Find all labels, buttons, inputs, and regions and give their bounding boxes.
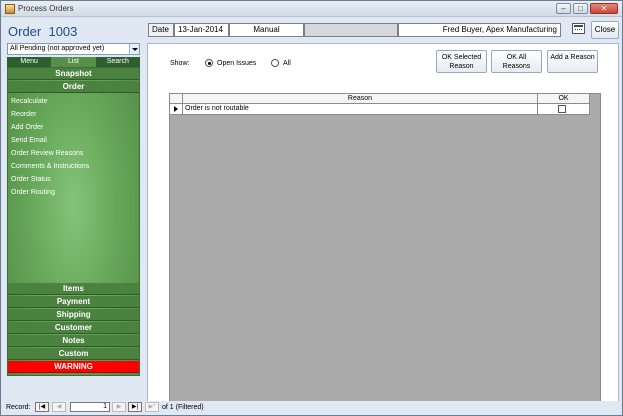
menu-item-order-review-reasons[interactable]: Order Review Reasons [11, 150, 83, 157]
order-number: 1003 [48, 24, 78, 39]
section-items[interactable]: Items [8, 283, 139, 295]
header-ok[interactable]: OK [538, 94, 590, 104]
reason-cell[interactable]: Order is not routable [183, 104, 538, 114]
order-label: Order [8, 24, 42, 39]
record-label: Record: [6, 404, 31, 411]
next-record-icon[interactable]: ▶ [112, 402, 126, 412]
menu-item-order-status[interactable]: Order Status [11, 176, 51, 183]
customer-field[interactable]: Fred Buyer, Apex Manufacturing [398, 23, 561, 37]
window-close-button[interactable]: ✕ [590, 3, 618, 14]
date-field[interactable]: 13-Jan-2014 [174, 23, 229, 37]
section-custom[interactable]: Custom [8, 348, 139, 360]
table-row[interactable]: Order is not routable [170, 104, 590, 115]
add-reason-button[interactable]: Add a Reason [547, 50, 598, 73]
menu-item-reorder[interactable]: Reorder [11, 111, 36, 118]
record-navigation: Record: |◀ ◀ 1 ▶ ▶| ▶* of 1 (Filtered) [2, 401, 621, 414]
order-header-fields: Date 13-Jan-2014 Manual Fred Buyer, Apex… [148, 23, 561, 37]
radio-all[interactable] [271, 59, 279, 67]
section-shipping[interactable]: Shipping [8, 309, 139, 321]
previous-record-icon[interactable]: ◀ [52, 402, 66, 412]
header-selector [170, 94, 183, 104]
close-button[interactable]: Close [591, 21, 619, 39]
new-record-icon[interactable]: ▶* [145, 402, 159, 412]
radio-open-issues[interactable] [205, 59, 213, 67]
menu-item-comments-instructions[interactable]: Comments & Instructions [11, 163, 89, 170]
ok-all-reasons-button[interactable]: OK All Reasons [491, 50, 542, 73]
maximize-button[interactable]: □ [573, 3, 588, 14]
section-customer[interactable]: Customer [8, 322, 139, 334]
menu-item-recalculate[interactable]: Recalculate [11, 98, 48, 105]
sidebar-tabs: Menu List Search [7, 57, 140, 67]
tab-list[interactable]: List [51, 57, 96, 67]
section-notes[interactable]: Notes [8, 335, 139, 347]
ok-selected-reason-button[interactable]: OK Selected Reason [436, 50, 487, 73]
form-client: Order 1003 All Pending (not approved yet… [2, 18, 621, 415]
tab-search[interactable]: Search [96, 57, 140, 67]
grid-header: Reason OK [170, 94, 590, 104]
blank-field[interactable] [304, 23, 398, 37]
menu-item-order-routing[interactable]: Order Routing [11, 189, 55, 196]
record-count: of 1 (Filtered) [162, 404, 204, 411]
reasons-grid: Reason OK Order is not routable [169, 93, 601, 404]
window-title: Process Orders [18, 4, 74, 13]
row-pointer-icon [174, 106, 178, 112]
date-label: Date [148, 23, 174, 37]
filter-dropdown[interactable]: All Pending (not approved yet) [7, 43, 140, 55]
section-snapshot[interactable]: Snapshot [8, 68, 139, 80]
order-review-panel: Show: Open Issues All OK Selected Reason… [147, 43, 619, 410]
ok-cell [538, 104, 590, 114]
warning-bar[interactable]: WARNING [8, 361, 139, 373]
process-orders-window: Process Orders – □ ✕ Order 1003 All Pend… [0, 0, 623, 416]
menu-item-send-email[interactable]: Send Email [11, 137, 47, 144]
minimize-button[interactable]: – [556, 3, 571, 14]
row-selector[interactable] [170, 104, 183, 114]
entry-type-field[interactable]: Manual [229, 23, 304, 37]
ok-checkbox[interactable] [558, 105, 566, 113]
header-reason[interactable]: Reason [183, 94, 538, 104]
app-icon [5, 4, 15, 14]
menu-item-add-order[interactable]: Add Order [11, 124, 43, 131]
section-payment[interactable]: Payment [8, 296, 139, 308]
first-record-icon[interactable]: |◀ [35, 402, 49, 412]
last-record-icon[interactable]: ▶| [128, 402, 142, 412]
filter-value: All Pending (not approved yet) [10, 45, 105, 52]
radio-all-label[interactable]: All [283, 60, 291, 67]
section-order[interactable]: Order [8, 81, 139, 93]
chevron-down-icon[interactable] [129, 44, 139, 54]
show-label: Show: [170, 60, 190, 67]
radio-open-issues-label[interactable]: Open Issues [217, 60, 256, 67]
calendar-icon[interactable] [572, 23, 585, 34]
tab-menu[interactable]: Menu [7, 57, 51, 67]
sidebar-menu: Snapshot Order Recalculate Reorder Add O… [7, 67, 140, 376]
title-bar[interactable]: Process Orders – □ ✕ [1, 1, 622, 17]
record-number-input[interactable]: 1 [70, 402, 110, 412]
order-title: Order 1003 [8, 24, 77, 39]
